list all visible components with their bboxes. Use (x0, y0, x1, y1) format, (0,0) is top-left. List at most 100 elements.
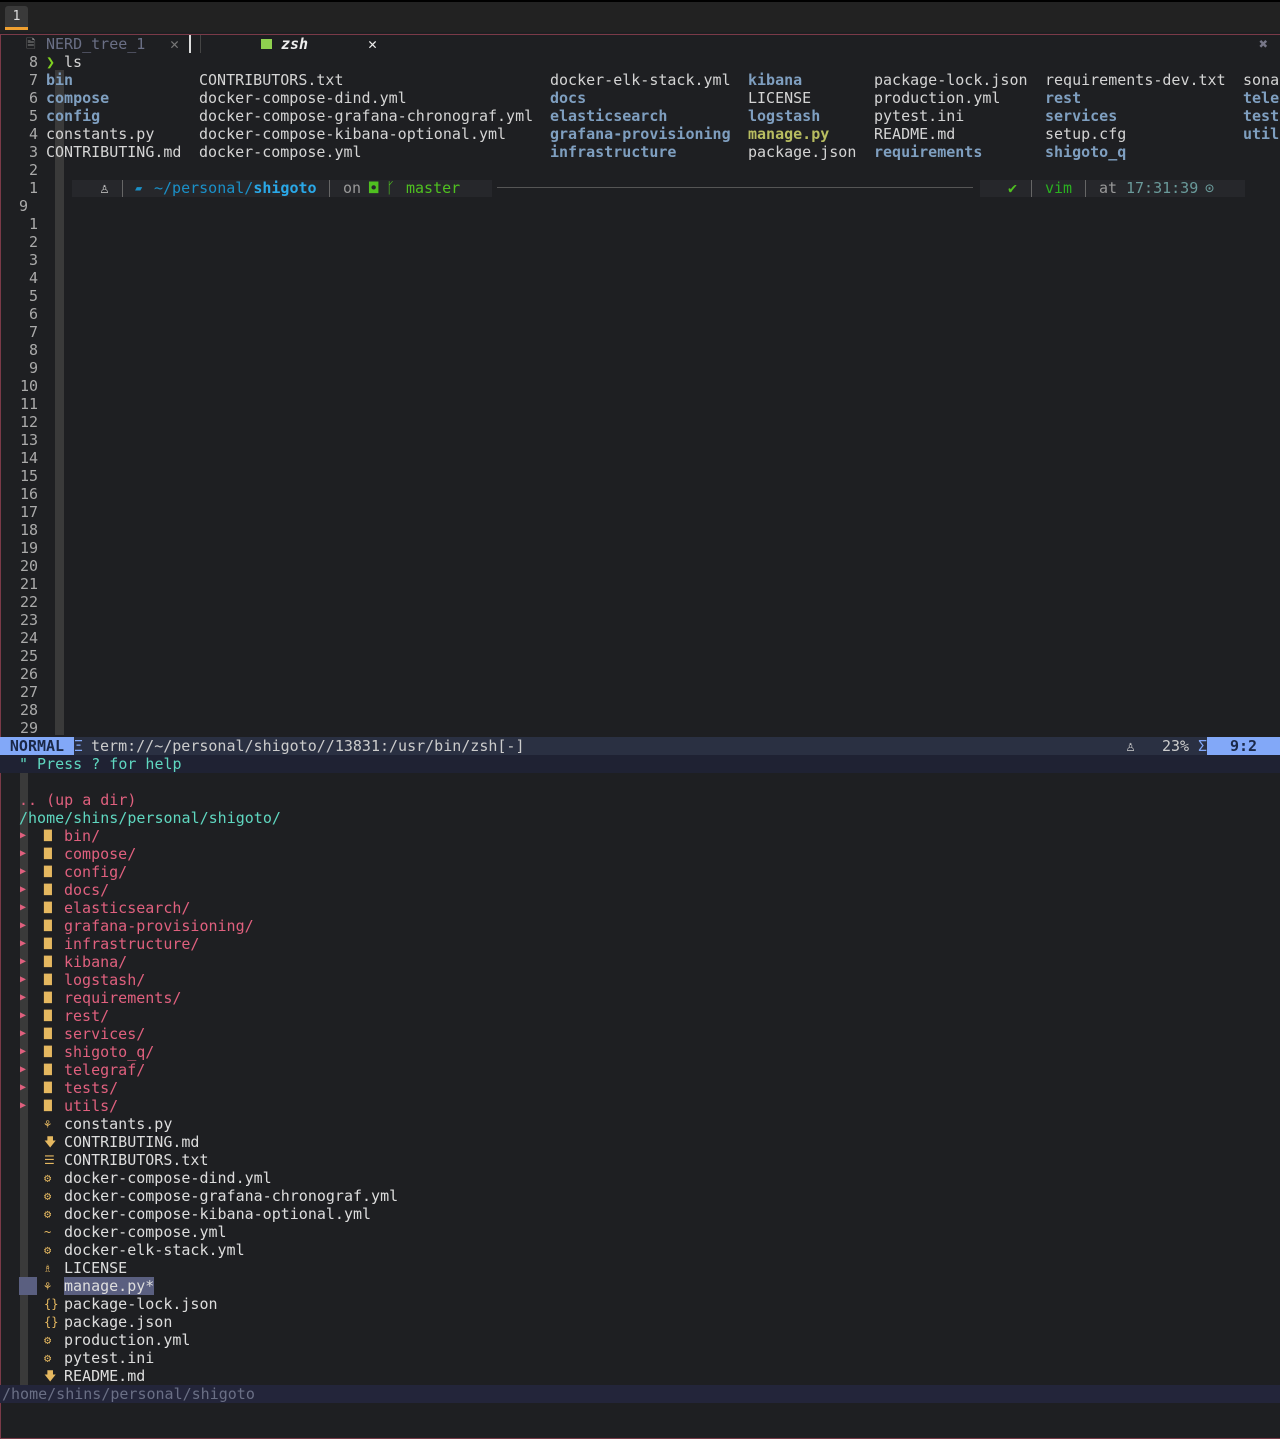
expand-arrow-icon[interactable]: ▶ (20, 881, 26, 899)
expand-arrow-icon[interactable]: ▶ (20, 1025, 26, 1043)
nerdtree-dir[interactable]: bin/ (64, 827, 100, 845)
gear-icon: ⚙ (44, 1189, 52, 1203)
expand-arrow-icon[interactable]: ▶ (20, 953, 26, 971)
ls-entry: logstash (748, 107, 821, 125)
sum-icon: Σ (1198, 737, 1208, 755)
prompt-at: at (1099, 179, 1118, 197)
nerdtree-file[interactable]: docker-elk-stack.yml (64, 1241, 245, 1259)
tab-zsh[interactable]: zsh (281, 35, 308, 53)
file-icon: 🗎 (26, 37, 36, 51)
expand-arrow-icon[interactable]: ▶ (20, 1007, 26, 1025)
gear-icon: ⚙ (44, 1171, 52, 1185)
tab-separator (200, 35, 201, 53)
line-number: 1 (28, 215, 38, 233)
nerdtree-dir[interactable]: docs/ (64, 881, 109, 899)
prompt-filler (497, 187, 973, 188)
terminal-icon (261, 39, 272, 49)
nerdtree-file[interactable]: docker-compose-grafana-chronograf.yml (64, 1187, 398, 1205)
nerdtree-file[interactable]: docker-compose.yml (64, 1223, 227, 1241)
line-number: 25 (19, 647, 38, 665)
nerdtree-dir[interactable]: rest/ (64, 1007, 109, 1025)
close-icon[interactable]: ✕ (170, 35, 179, 53)
prompt-time: 17:31:39 (1126, 179, 1199, 197)
folder-icon: ▆ (44, 935, 52, 950)
line-number: 4 (28, 125, 38, 143)
nerdtree-file[interactable]: manage.py* (64, 1277, 155, 1295)
workspace-tab[interactable]: 1 (5, 6, 28, 30)
json-icon: {} (44, 1315, 59, 1329)
line-number: 3 (28, 143, 38, 161)
nerdtree-file[interactable]: docker-compose-kibana-optional.yml (64, 1205, 371, 1223)
line-number: 9 (18, 197, 28, 215)
nerdtree-dir[interactable]: grafana-provisioning/ (64, 917, 254, 935)
expand-arrow-icon[interactable]: ▶ (20, 863, 26, 881)
expand-arrow-icon[interactable]: ▶ (20, 1061, 26, 1079)
nerdtree-file[interactable]: LICENSE (64, 1259, 127, 1277)
expand-arrow-icon[interactable]: ▶ (20, 989, 26, 1007)
nerdtree-file[interactable]: CONTRIBUTING.md (64, 1133, 199, 1151)
ls-entry: test (1243, 107, 1280, 125)
status-filename: term://~/personal/shigoto//13831:/usr/bi… (91, 737, 525, 755)
expand-arrow-icon[interactable]: ▶ (20, 1043, 26, 1061)
nerdtree-dir[interactable]: compose/ (64, 845, 136, 863)
line-number: 18 (19, 521, 38, 539)
expand-arrow-icon[interactable]: ▶ (20, 935, 26, 953)
scroll-percent: 23% (1162, 737, 1190, 755)
line-number: 3 (28, 251, 38, 269)
close-all-icon[interactable]: ✖ (1259, 35, 1268, 53)
nerdtree-file[interactable]: production.yml (64, 1331, 190, 1349)
ls-entry: infrastructure (550, 143, 677, 161)
folder-icon: ▆ (44, 1025, 52, 1040)
nerdtree-dir[interactable]: requirements/ (64, 989, 181, 1007)
nerdtree-dir[interactable]: telegraf/ (64, 1061, 145, 1079)
nerdtree-dir[interactable]: elasticsearch/ (64, 899, 190, 917)
expand-arrow-icon[interactable]: ▶ (20, 1079, 26, 1097)
expand-arrow-icon[interactable]: ▶ (20, 845, 26, 863)
nerdtree-up-dir[interactable]: .. (up a dir) (19, 791, 136, 809)
prompt-path: ~/personal/shigoto (154, 179, 317, 197)
nerdtree-dir[interactable]: tests/ (64, 1079, 118, 1097)
ls-entry: docker-compose-grafana-chronograf.yml (199, 107, 534, 125)
folder-icon: ▆ (44, 1043, 52, 1058)
line-number: 2 (28, 233, 38, 251)
tab-nerdtree[interactable]: NERD_tree_1 (46, 35, 145, 53)
nerdtree-dir[interactable]: shigoto_q/ (64, 1043, 154, 1061)
close-icon[interactable]: ✕ (368, 35, 377, 53)
workspace-bar: 1 (0, 0, 1280, 32)
line-number: 11 (19, 395, 38, 413)
expand-arrow-icon[interactable]: ▶ (20, 1097, 26, 1115)
nerdtree-file[interactable]: docker-compose-dind.yml (64, 1169, 272, 1187)
nerdtree-file[interactable]: package-lock.json (64, 1295, 218, 1313)
expand-arrow-icon[interactable]: ▶ (20, 971, 26, 989)
ls-entry: shigoto_q (1045, 143, 1127, 161)
expand-arrow-icon[interactable]: ▶ (20, 899, 26, 917)
line-number: 13 (19, 431, 38, 449)
markdown-icon: 🡇 (44, 1135, 57, 1149)
ls-entry: kibana (748, 71, 803, 89)
nerdtree-dir[interactable]: config/ (64, 863, 127, 881)
nerdtree-dir[interactable]: logstash/ (64, 971, 145, 989)
line-number: 16 (19, 485, 38, 503)
expand-arrow-icon[interactable]: ▶ (20, 917, 26, 935)
nerdtree-dir[interactable]: infrastructure/ (64, 935, 199, 953)
nerdtree-file[interactable]: CONTRIBUTORS.txt (64, 1151, 209, 1169)
nerdtree-file[interactable]: constants.py (64, 1115, 172, 1133)
line-number: 10 (19, 377, 38, 395)
command-line[interactable]: /home/shins/personal/shigoto (0, 1385, 1280, 1403)
nerdtree-dir[interactable]: services/ (64, 1025, 145, 1043)
nerdtree-file[interactable]: pytest.ini (64, 1349, 154, 1367)
line-number: 2 (28, 161, 38, 179)
markdown-icon: 🡇 (44, 1369, 57, 1383)
ls-entry: config (46, 107, 101, 125)
nerdtree-root[interactable]: /home/shins/personal/shigoto/ (19, 809, 281, 827)
sign-column (55, 70, 64, 735)
expand-arrow-icon[interactable]: ▶ (20, 827, 26, 845)
nerdtree-file[interactable]: README.md (64, 1367, 145, 1385)
nerdtree-dir[interactable]: utils/ (64, 1097, 118, 1115)
ls-entry: compose (46, 89, 110, 107)
ls-entry: grafana-provisioning (550, 125, 731, 143)
nerdtree-dir[interactable]: kibana/ (64, 953, 127, 971)
nerdtree-file[interactable]: package.json (64, 1313, 172, 1331)
linux-icon: ♙ (100, 179, 110, 197)
line-number: 5 (28, 107, 38, 125)
